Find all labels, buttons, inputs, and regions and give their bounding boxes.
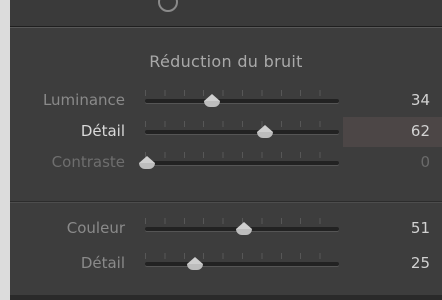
slider-track-detail[interactable] [145,130,339,134]
slider-ticks [145,121,339,127]
section-title: Réduction du bruit [149,52,303,71]
slider-value-contrast: 0 [420,153,430,171]
value-field-luminance[interactable]: 34 [343,86,442,116]
slider-track-color-detail[interactable] [145,262,339,266]
slider-label-color: Couleur [66,219,125,237]
slider-value-color: 51 [410,219,430,237]
slider-value-detail: 62 [410,122,430,140]
slider-ticks [145,152,339,158]
slider-label-contrast: Contraste [51,153,125,171]
slider-row-contrast: Contraste 0 [10,148,442,178]
slider-row-luminance: Luminance 34 [10,86,442,116]
slider-label-detail: Détail [80,122,125,140]
panel-toggle-icon[interactable] [158,0,178,12]
slider-label-luminance: Luminance [42,91,125,109]
slider-ticks [145,90,339,96]
slider-value-luminance: 34 [410,91,430,109]
noise-reduction-panel: Réduction du bruit Luminance 34 Détail 6… [10,27,442,300]
slider-track-luminance[interactable] [145,99,339,103]
value-field-color[interactable]: 51 [343,214,442,244]
panel-header [10,0,442,27]
slider-row-color: Couleur 51 [10,214,442,244]
value-field-color-detail[interactable]: 25 [343,249,442,279]
panel-bottom-edge [10,295,442,300]
slider-value-color-detail: 25 [410,254,430,272]
slider-label-color-detail: Détail [80,254,125,272]
section-divider [10,201,442,202]
slider-ticks [145,253,339,259]
slider-track-contrast[interactable] [145,161,339,165]
slider-row-color-detail: Détail 25 [10,249,442,279]
slider-row-detail: Détail 62 [10,117,442,147]
value-field-detail[interactable]: 62 [343,117,442,147]
value-field-contrast[interactable]: 0 [343,148,442,178]
